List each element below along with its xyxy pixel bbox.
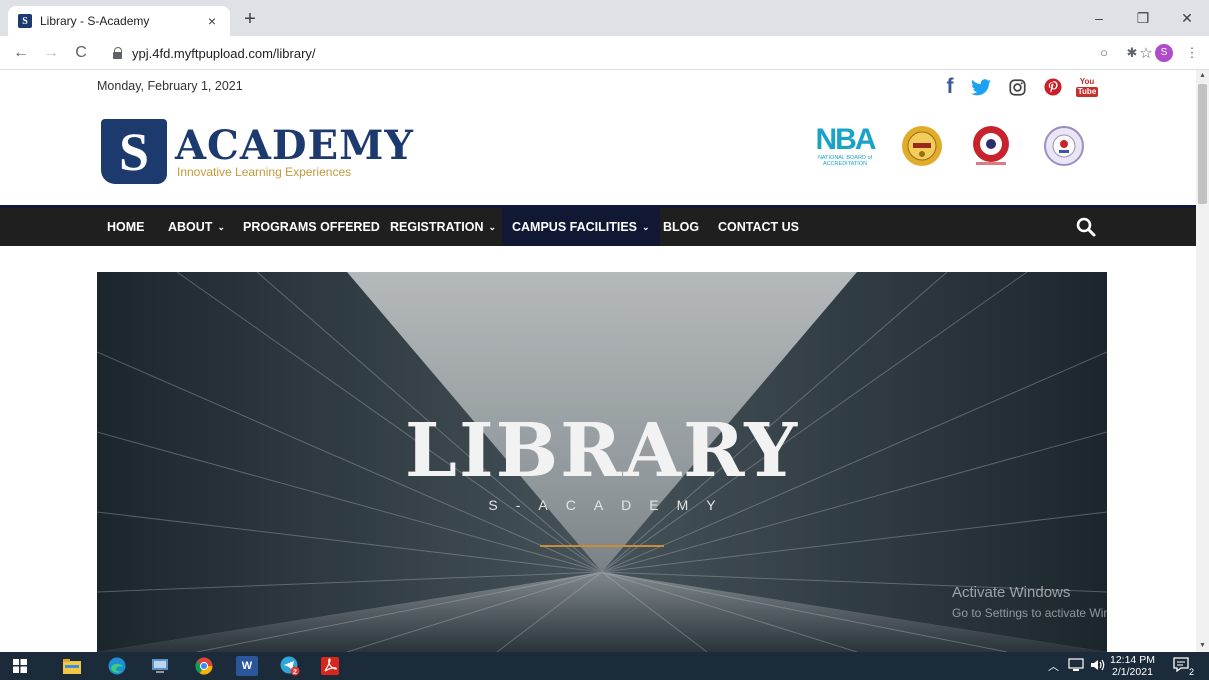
activate-windows-title: Activate Windows bbox=[952, 584, 1071, 601]
nav-about[interactable]: ABOUT ⌄ bbox=[158, 208, 235, 246]
back-button[interactable]: ← bbox=[10, 42, 32, 64]
nav-programs-label: PROGRAMS OFFERED bbox=[243, 220, 380, 234]
file-explorer-icon[interactable] bbox=[62, 656, 82, 676]
notification-center-icon[interactable]: 2 bbox=[1172, 656, 1194, 679]
system-clock[interactable]: 12:14 PM 2/1/2021 bbox=[1110, 654, 1155, 678]
browser-tab-library[interactable]: S Library - S-Academy × bbox=[8, 6, 230, 36]
nav-contact-label: CONTACT US bbox=[718, 220, 800, 234]
university-seal-icon bbox=[966, 118, 1016, 174]
nav-contact-us[interactable]: CONTACT US bbox=[708, 208, 809, 246]
page-scrollbar[interactable]: ▲ ▼ bbox=[1196, 70, 1209, 652]
scrollbar-thumb[interactable] bbox=[1198, 84, 1207, 204]
nav-home-label: HOME bbox=[107, 220, 145, 234]
chrome-browser-icon[interactable] bbox=[194, 656, 214, 676]
nba-subtitle: NATIONAL BOARD of ACCREDITATION bbox=[817, 155, 873, 167]
close-window-button[interactable]: ✕ bbox=[1165, 0, 1209, 36]
page-viewport: Monday, February 1, 2021 f You Tube S AC… bbox=[0, 70, 1196, 652]
site-logo[interactable]: S ACADEMY Innovative Learning Experience… bbox=[101, 119, 414, 184]
address-bar[interactable]: ypj.4fd.myftpupload.com/library/ ☆ bbox=[104, 41, 1164, 65]
windows-start-icon[interactable] bbox=[10, 656, 30, 676]
lock-icon[interactable] bbox=[112, 47, 124, 59]
chevron-down-icon: ⌄ bbox=[488, 221, 497, 232]
url-text[interactable]: ypj.4fd.myftpupload.com/library/ bbox=[132, 46, 1136, 61]
nba-mark: NBA bbox=[815, 123, 877, 156]
site-favicon-icon: S bbox=[18, 14, 32, 28]
logo-brand: ACADEMY bbox=[175, 121, 414, 169]
nav-campus-facilities[interactable]: CAMPUS FACILITIES ⌄ bbox=[502, 208, 660, 246]
network-tray-icon[interactable] bbox=[1068, 658, 1084, 675]
profile-avatar[interactable]: S bbox=[1155, 44, 1173, 62]
telegram-badge-count: 2 bbox=[293, 669, 297, 676]
windows-taskbar: W 2 ︿ 12:14 PM 2/1/2021 2 bbox=[0, 652, 1209, 680]
clock-date: 2/1/2021 bbox=[1112, 666, 1153, 678]
chevron-down-icon: ⌄ bbox=[642, 221, 650, 232]
activate-windows-subtitle: Go to Settings to activate Windows. bbox=[952, 606, 1142, 620]
aicte-seal-icon bbox=[900, 118, 944, 174]
telegram-app-icon[interactable]: 2 bbox=[280, 656, 300, 676]
twitter-icon[interactable] bbox=[970, 76, 992, 98]
facebook-icon[interactable]: f bbox=[940, 75, 960, 98]
hero-divider bbox=[540, 545, 664, 547]
nav-blog[interactable]: BLOG bbox=[653, 208, 709, 246]
browser-toolbar: ← → C ypj.4fd.myftpupload.com/library/ ☆… bbox=[0, 36, 1209, 70]
network-app-icon[interactable] bbox=[150, 656, 170, 676]
reload-button[interactable]: C bbox=[70, 42, 92, 64]
nav-programs-offered[interactable]: PROGRAMS OFFERED bbox=[233, 208, 390, 246]
notification-count: 2 bbox=[1189, 667, 1194, 676]
browser-tabstrip: S Library - S-Academy × + – ❐ ✕ bbox=[0, 0, 1209, 36]
nav-blog-label: BLOG bbox=[663, 220, 700, 234]
scroll-up-icon[interactable]: ▲ bbox=[1196, 70, 1209, 82]
search-icon[interactable] bbox=[1076, 217, 1096, 237]
browser-menu-icon[interactable]: ⋮ bbox=[1184, 45, 1200, 61]
council-seal-icon bbox=[1042, 118, 1086, 174]
forward-button[interactable]: → bbox=[40, 42, 62, 64]
top-date: Monday, February 1, 2021 bbox=[97, 79, 243, 93]
extensions-puzzle-icon[interactable]: ✱ bbox=[1124, 45, 1140, 61]
hero-subtitle: S-ACADEMY bbox=[488, 497, 734, 513]
youtube-icon[interactable]: You Tube bbox=[1075, 76, 1099, 98]
new-tab-button[interactable]: + bbox=[238, 8, 262, 32]
nav-about-label: ABOUT bbox=[168, 220, 213, 234]
volume-tray-icon[interactable] bbox=[1090, 658, 1106, 675]
scroll-down-icon[interactable]: ▼ bbox=[1196, 640, 1209, 652]
nba-logo: NBA NATIONAL BOARD of ACCREDITATION bbox=[810, 118, 880, 174]
extension-circle-icon[interactable]: ○ bbox=[1096, 45, 1112, 61]
word-app-icon[interactable]: W bbox=[236, 656, 258, 676]
tray-chevron-up-icon[interactable]: ︿ bbox=[1048, 658, 1059, 674]
tab-title: Library - S-Academy bbox=[40, 14, 150, 28]
clock-time: 12:14 PM bbox=[1110, 654, 1155, 666]
hero-title: LIBRARY bbox=[404, 408, 800, 494]
nav-campus-label: CAMPUS FACILITIES bbox=[512, 220, 638, 234]
restore-button[interactable]: ❐ bbox=[1121, 0, 1165, 36]
tab-close-icon[interactable]: × bbox=[204, 13, 220, 29]
logo-badge: S bbox=[101, 119, 167, 184]
nav-registration[interactable]: REGISTRATION ⌄ bbox=[380, 208, 506, 246]
chevron-down-icon: ⌄ bbox=[217, 221, 225, 232]
instagram-icon[interactable] bbox=[1006, 76, 1028, 98]
nav-registration-label: REGISTRATION bbox=[390, 220, 484, 234]
edge-browser-icon[interactable] bbox=[107, 656, 127, 676]
minimize-button[interactable]: – bbox=[1077, 0, 1121, 36]
pinterest-icon[interactable] bbox=[1042, 76, 1064, 98]
nav-home[interactable]: HOME bbox=[97, 208, 155, 246]
main-navigation: HOME ABOUT ⌄ PROGRAMS OFFERED REGISTRATIO… bbox=[0, 205, 1196, 246]
acrobat-reader-icon[interactable] bbox=[320, 656, 340, 676]
